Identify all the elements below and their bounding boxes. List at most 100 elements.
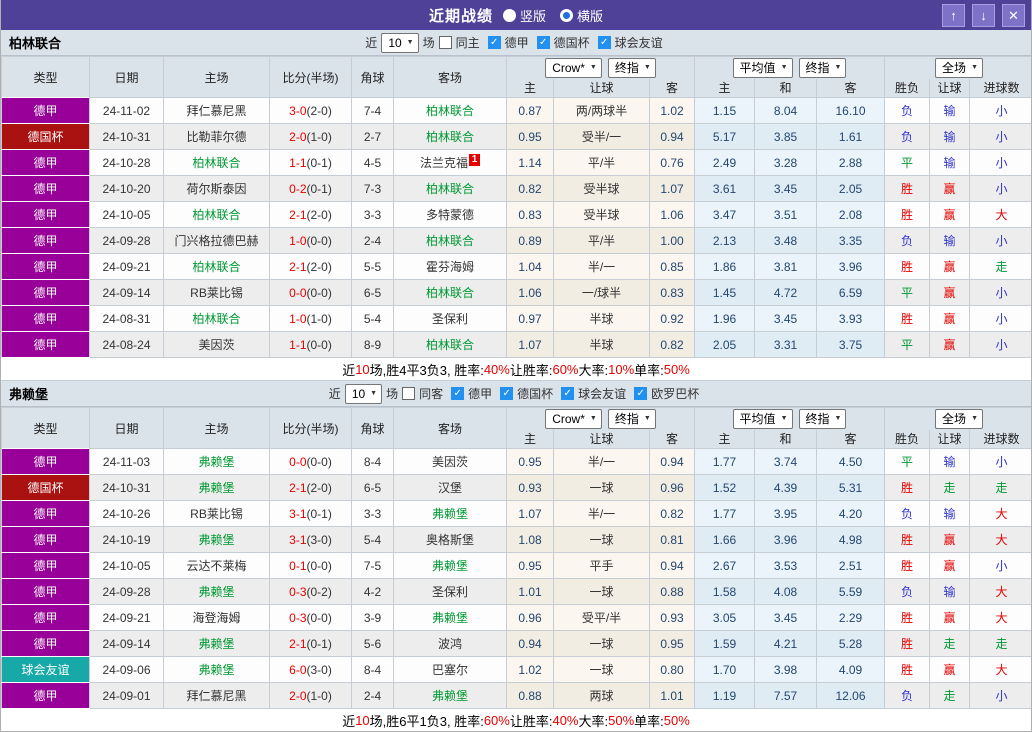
corner-score: 8-9 <box>351 331 394 358</box>
league1-checkbox[interactable]: ✓ <box>487 36 501 49</box>
crow-home-odds: 1.01 <box>506 578 554 605</box>
crow-away-odds: 0.88 <box>649 578 695 605</box>
crow-away-odds: 0.96 <box>649 474 695 501</box>
col-corner: 角球 <box>351 56 394 98</box>
result-handicap: 赢 <box>929 175 971 202</box>
summary-text: 让胜率: <box>509 362 553 378</box>
team-link[interactable]: 弗赖堡 <box>198 533 234 547</box>
result-goals: 大 <box>969 500 1031 527</box>
league4-checkbox-2[interactable]: ✓ <box>634 387 648 400</box>
team-link[interactable]: 弗赖堡 <box>432 507 468 521</box>
match-row: 德甲 24-09-14 弗赖堡 2-1(0-1) 5-6 波鸿 0.94 一球 0.95 1.59… <box>1 630 1031 657</box>
away-team: 弗赖堡 <box>393 682 507 709</box>
final-odds-select-2[interactable]: 终指 ▼ <box>798 57 847 78</box>
col-type: 类型 <box>1 56 90 98</box>
away-team: 柏林联合 <box>393 227 507 254</box>
match-row: 德甲 24-09-21 海登海姆 0-3(0-0) 3-9 弗赖堡 0.96 受平/半 0.93… <box>1 604 1031 631</box>
handicap: 受半球 <box>553 201 650 228</box>
summary-text: 60% <box>552 361 579 377</box>
result-wdl: 胜 <box>884 201 931 228</box>
summary-text: 单率: <box>634 362 664 378</box>
type-badge: 德甲 <box>1 682 90 709</box>
avg-away-odds: 2.88 <box>815 149 886 176</box>
radio-horizontal-layout[interactable]: 横版 <box>560 6 603 25</box>
crow-away-odds: 0.82 <box>649 500 695 527</box>
avg-away-odds: 4.09 <box>815 656 886 683</box>
handicap: 一球 <box>553 656 650 683</box>
crow-away-odds: 0.85 <box>649 253 695 280</box>
type-badge: 德甲 <box>1 630 90 657</box>
col-away: 客场 <box>393 56 507 98</box>
summary-text: 近 <box>342 713 356 729</box>
radio-selected-icon[interactable] <box>560 8 573 22</box>
radio-unselected-icon[interactable] <box>502 8 516 22</box>
team-link[interactable]: 柏林联合 <box>192 208 240 222</box>
league2-checkbox[interactable]: ✓ <box>536 36 550 49</box>
team-link[interactable]: 弗赖堡 <box>432 559 468 573</box>
final-odds-select-3[interactable]: 终指 ▼ <box>607 408 656 429</box>
team-link[interactable]: 弗赖堡 <box>198 455 234 469</box>
match-row: 德甲 24-09-14 RB莱比锡 0-0(0-0) 6-5 柏林联合 1.06 一/球半 0.… <box>1 279 1031 306</box>
col-crow-away: 客 <box>649 78 695 98</box>
team-link[interactable]: 柏林联合 <box>192 260 240 274</box>
summary-text: 10 <box>355 712 370 728</box>
avg-home-odds: 1.70 <box>694 656 755 683</box>
team-link[interactable]: 弗赖堡 <box>198 663 234 677</box>
same-away-checkbox[interactable] <box>402 387 416 400</box>
away-team: 巴塞尔 <box>393 656 507 683</box>
result-wdl: 胜 <box>884 253 931 280</box>
average-select[interactable]: 平均值 ▼ <box>732 57 793 78</box>
fulltime-select-2[interactable]: 全场 ▼ <box>935 408 983 429</box>
bookmaker-select-2[interactable]: Crow* ▼ <box>545 408 602 429</box>
crow-home-odds: 1.08 <box>506 526 554 553</box>
average-select-2[interactable]: 平均值 ▼ <box>732 408 793 429</box>
match-count-value: 10 <box>351 386 366 401</box>
match-count-select-2[interactable]: 10 ▼ <box>344 383 383 404</box>
same-home-checkbox[interactable] <box>438 36 452 49</box>
fulltime-select[interactable]: 全场 ▼ <box>935 57 983 78</box>
col-home: 主场 <box>163 56 270 98</box>
team-link[interactable]: 柏林联合 <box>426 338 474 352</box>
avg-draw-odds: 3.45 <box>754 175 817 202</box>
match-date: 24-11-03 <box>89 448 164 475</box>
crow-home-odds: 0.89 <box>506 227 554 254</box>
league1-label: 德甲 <box>468 387 493 401</box>
move-down-button[interactable]: ↓ <box>972 4 995 27</box>
team-link[interactable]: 柏林联合 <box>426 130 474 144</box>
note-badge[interactable]: 1 <box>469 154 480 166</box>
team-link[interactable]: 柏林联合 <box>192 312 240 326</box>
league3-checkbox-2[interactable]: ✓ <box>561 387 575 400</box>
radio-vertical-layout[interactable]: 竖版 <box>502 6 546 25</box>
final-odds-select-4[interactable]: 终指 ▼ <box>798 408 847 429</box>
result-handicap: 赢 <box>929 656 971 683</box>
avg-home-odds: 1.15 <box>694 97 755 124</box>
away-team: 柏林联合 <box>393 331 507 358</box>
final-odds-select-1[interactable]: 终指 ▼ <box>607 57 656 78</box>
close-button[interactable]: ✕ <box>1002 4 1025 27</box>
team-link[interactable]: 弗赖堡 <box>198 481 234 495</box>
team-link[interactable]: 柏林联合 <box>426 286 474 300</box>
avg-draw-odds: 3.28 <box>754 149 817 176</box>
team-link[interactable]: 柏林联合 <box>426 182 474 196</box>
league1-checkbox-2[interactable]: ✓ <box>451 387 465 400</box>
match-date: 24-10-19 <box>89 526 164 553</box>
home-team: 拜仁慕尼黑 <box>163 682 270 709</box>
league3-checkbox[interactable]: ✓ <box>597 36 611 49</box>
home-team: 弗赖堡 <box>163 448 270 475</box>
team-link[interactable]: 柏林联合 <box>426 104 474 118</box>
team-link[interactable]: 弗赖堡 <box>432 689 468 703</box>
move-up-button[interactable]: ↑ <box>942 4 965 27</box>
team-link[interactable]: 柏林联合 <box>426 234 474 248</box>
score: 3-1(0-1) <box>269 500 352 527</box>
crow-home-odds: 1.07 <box>506 331 554 358</box>
match-count-select[interactable]: 10 ▼ <box>381 32 419 53</box>
type-badge: 德甲 <box>1 526 90 553</box>
league2-checkbox-2[interactable]: ✓ <box>500 387 514 400</box>
bookmaker-select[interactable]: Crow* ▼ <box>545 57 602 78</box>
team-link[interactable]: 弗赖堡 <box>198 637 234 651</box>
team-link[interactable]: 弗赖堡 <box>432 611 468 625</box>
match-date: 24-09-14 <box>89 279 164 306</box>
col-home: 主场 <box>163 407 270 449</box>
team-link[interactable]: 弗赖堡 <box>198 585 234 599</box>
team-link[interactable]: 柏林联合 <box>192 156 240 170</box>
